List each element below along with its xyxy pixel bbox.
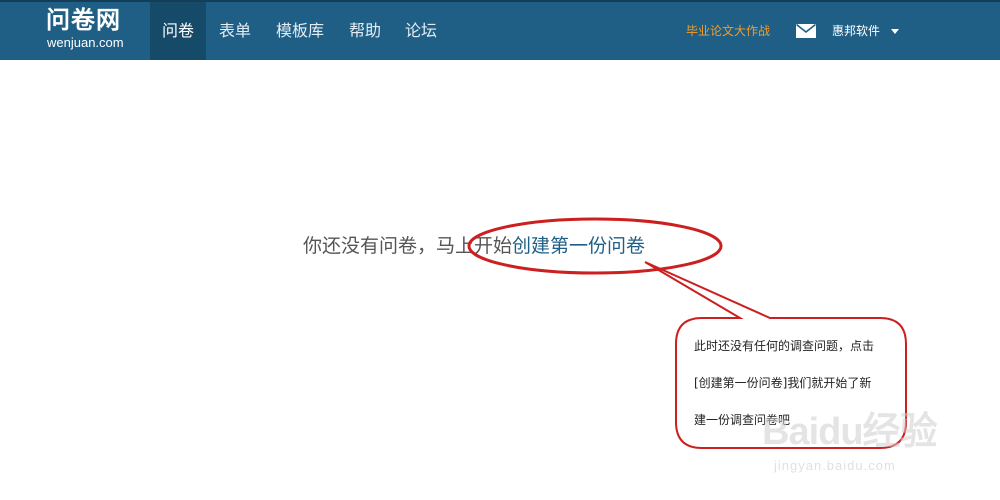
create-first-survey-link[interactable]: 创建第一份问卷 [512,235,645,257]
top-navbar: 问卷网 wenjuan.com 问卷 表单 模板库 帮助 论坛 毕业论文大作战 … [0,0,1000,60]
nav-tab-surveys[interactable]: 问卷 [150,2,206,60]
nav-tab-forum[interactable]: 论坛 [394,2,448,60]
empty-state-text: 你还没有问卷，马上开始 [303,235,513,257]
envelope-icon[interactable] [796,24,816,38]
page: 问卷网 wenjuan.com 问卷 表单 模板库 帮助 论坛 毕业论文大作战 … [0,0,1000,500]
site-logo[interactable]: 问卷网 wenjuan.com [46,6,136,56]
caret-down-icon[interactable] [891,29,899,34]
nav-tab-templates[interactable]: 模板库 [266,2,334,60]
callout-line-1: 此时还没有任何的调查问题，点击 [694,339,875,353]
nav-tab-forms[interactable]: 表单 [208,2,262,60]
logo-domain: wenjuan.com [47,35,124,50]
empty-state-message: 你还没有问卷，马上开始创建第一份问卷 [303,232,645,260]
watermark-url: jingyan.baidu.com [774,458,896,473]
promo-link[interactable]: 毕业论文大作战 [686,2,770,60]
watermark-logo: Baidu经验 [762,411,938,453]
callout-line-2: [创建第一份问卷]我们就开始了新 [694,376,872,390]
logo-chinese: 问卷网 [46,6,121,34]
user-menu[interactable]: 惠邦软件 [832,2,880,60]
baidu-watermark: Baidu经验 jingyan.baidu.com [760,398,960,478]
nav-tab-help[interactable]: 帮助 [338,2,392,60]
